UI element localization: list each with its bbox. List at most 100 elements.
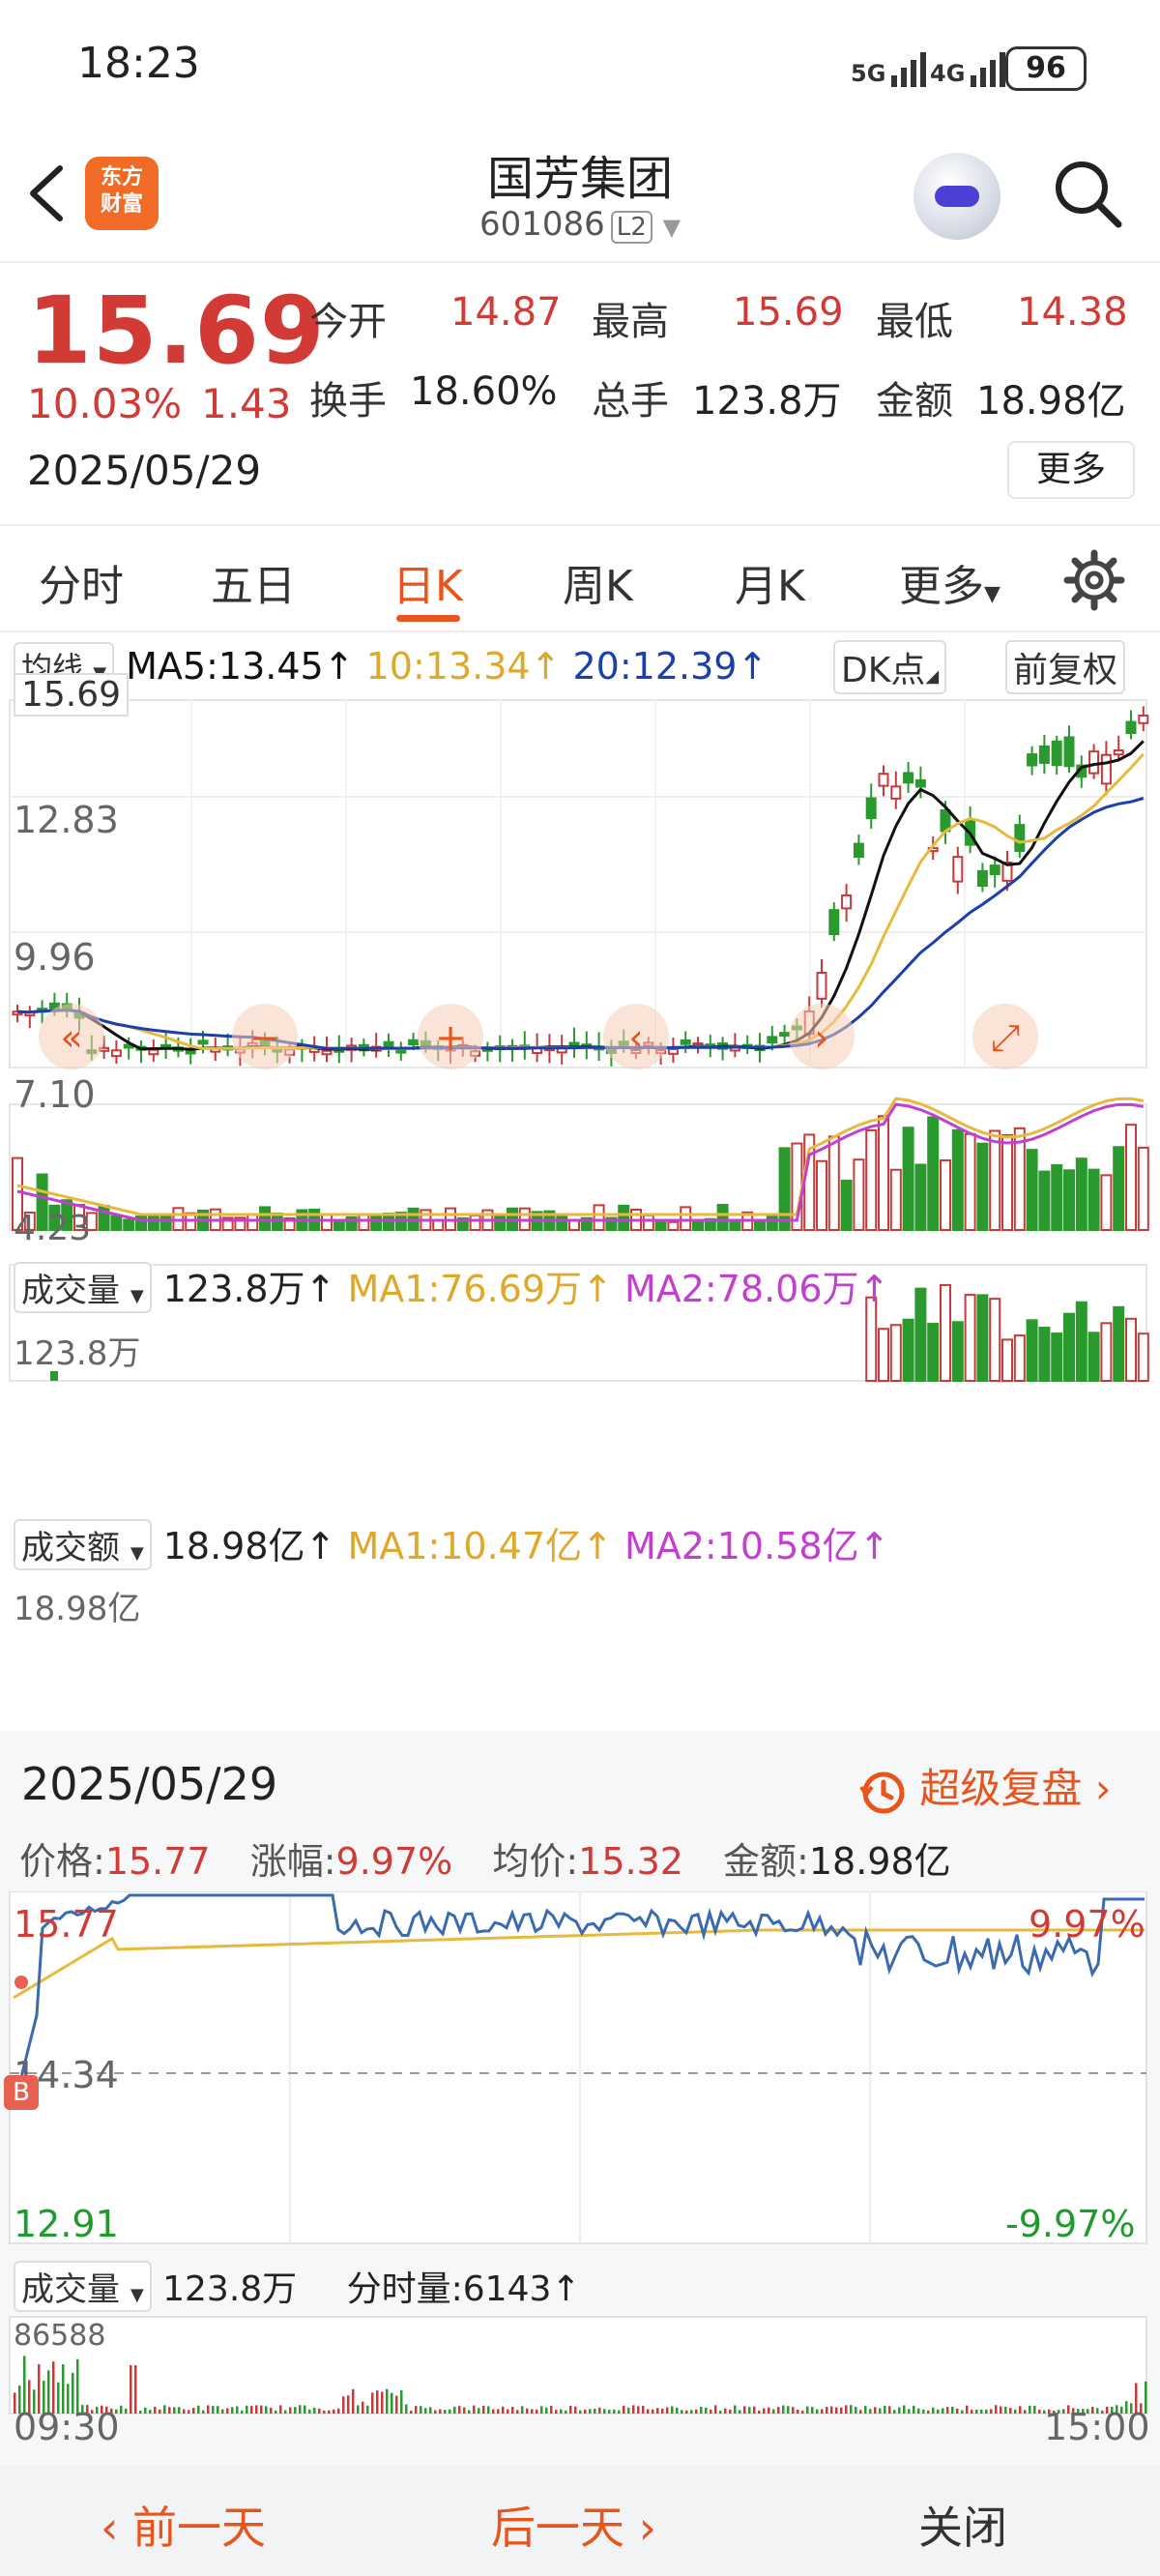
intraday-amount-label: 金额: — [723, 1840, 809, 1883]
intraday-volume-bar — [743, 2406, 746, 2414]
intraday-volume-bar — [951, 2407, 954, 2414]
price-tick: 9.96 — [14, 936, 96, 979]
intraday-volume-dropdown[interactable]: 成交量 ▼ — [14, 2261, 152, 2312]
low-label: 最低 — [876, 300, 953, 344]
ai-assistant-icon[interactable] — [914, 153, 1000, 240]
intraday-volume-bar — [139, 2410, 142, 2414]
zoom-out-icon-glyph: − — [249, 1016, 280, 1059]
candle-up — [952, 856, 964, 883]
tab-weekly-k[interactable]: 周K — [563, 551, 633, 619]
volume-dropdown[interactable]: 成交量 ▼ — [14, 1262, 152, 1313]
volume-bar — [432, 1219, 445, 1231]
tab-monthly-k[interactable]: 月K — [735, 551, 805, 619]
tab-intraday[interactable]: 分时 — [39, 551, 124, 619]
previous-day-label: 前一天 — [132, 2502, 267, 2554]
candle-up — [816, 972, 827, 1000]
tab-more[interactable]: 更多▼ — [899, 551, 1000, 619]
logo-text-top: 东方 — [100, 165, 143, 190]
back-button[interactable] — [19, 155, 77, 232]
more-quote-button[interactable]: 更多 — [1007, 441, 1135, 499]
buy-point-dot — [14, 1976, 28, 1989]
candle-down — [1063, 736, 1075, 768]
intraday-chart[interactable] — [0, 1891, 1160, 2433]
volume-bar — [680, 1206, 692, 1232]
intraday-volume-bar — [589, 2409, 592, 2414]
candle-up — [1113, 749, 1124, 756]
tab-daily-k[interactable]: 日K — [392, 551, 463, 619]
next-day-button[interactable]: 后一天 › — [491, 2493, 656, 2557]
intraday-volume-bar — [661, 2409, 664, 2414]
candle-up — [1138, 715, 1149, 724]
candle-down — [767, 1036, 778, 1043]
amount-bar — [1137, 1332, 1149, 1383]
signal-4g-label: 4G — [930, 60, 966, 87]
zoom-in-icon-glyph: + — [435, 1016, 466, 1059]
chevron-right-icon: › — [1094, 1765, 1112, 1812]
intraday-date: 2025/05/29 — [21, 1758, 278, 1810]
intraday-volume-bar — [772, 2409, 775, 2414]
scroll-right-icon-glyph: › — [814, 1016, 828, 1059]
intraday-volume-bar — [913, 2405, 915, 2414]
intraday-volume-bar — [202, 2410, 205, 2414]
intraday-volume-bar — [275, 2410, 277, 2414]
volume-bar — [840, 1179, 853, 1231]
volume-bar — [951, 1128, 964, 1231]
amount-dropdown[interactable]: 成交额 ▼ — [14, 1519, 152, 1570]
intraday-volume-bar — [183, 2409, 186, 2414]
intraday-volume-bar — [748, 2407, 751, 2414]
total-volume-label: 总手 — [592, 379, 669, 424]
volume-bar — [110, 1215, 123, 1231]
intraday-volume-bar — [985, 2409, 988, 2414]
intraday-volume-value: 123.8万 — [162, 2269, 298, 2309]
chart-controls[interactable]: « − + ‹ › ⤢ — [39, 1004, 1038, 1069]
previous-day-button[interactable]: ‹ 前一天 — [101, 2493, 266, 2557]
volume-bar — [827, 1135, 840, 1231]
amount-bar — [1001, 1338, 1013, 1383]
volume-value: 123.8万↑ — [162, 1268, 336, 1310]
intraday-volume-bar — [120, 2405, 123, 2414]
candlesticks — [12, 706, 1149, 1067]
intraday-top-pct: 9.97% — [1029, 1903, 1146, 1946]
intraday-frame — [9, 1891, 1147, 2244]
battery-icon: 96 — [1005, 46, 1087, 91]
gear-icon — [1063, 549, 1125, 611]
volume-bar — [383, 1213, 394, 1231]
caret-down-icon: ▼ — [130, 1286, 144, 1306]
amount-bar — [989, 1298, 1001, 1382]
amount-bar — [1113, 1305, 1125, 1383]
intraday-volume-bar — [893, 2410, 896, 2414]
settings-button[interactable] — [1063, 549, 1125, 611]
intraday-volume-bar — [473, 2405, 476, 2414]
super-replay-link[interactable]: 超级复盘 › — [858, 1756, 1112, 1816]
logo-text-bottom: 财富 — [100, 192, 143, 217]
intraday-volume-bar — [531, 2409, 534, 2414]
eastmoney-logo[interactable]: 东方 财富 — [85, 157, 159, 230]
close-button[interactable]: 关闭 — [918, 2493, 1007, 2557]
intraday-volume-bar — [1009, 2408, 1012, 2414]
amount-bar — [914, 1287, 927, 1383]
intraday-volume-bar — [888, 2406, 891, 2414]
open-value: 14.87 — [450, 290, 562, 335]
amount-bar — [1013, 1334, 1026, 1382]
intraday-volume-bar — [221, 2409, 224, 2414]
intraday-volume-bar — [898, 2407, 901, 2414]
volume-bar — [1088, 1168, 1100, 1231]
intraday-volume-bar — [366, 2405, 369, 2414]
volume-bar — [889, 1168, 902, 1232]
tab-five-day[interactable]: 五日 — [211, 551, 296, 619]
buy-marker-badge[interactable]: B — [4, 2075, 39, 2110]
caret-down-icon: ▼ — [984, 582, 1000, 606]
intraday-volume-bar — [990, 2409, 993, 2414]
intraday-volume-bar — [188, 2410, 190, 2414]
volume-bar — [123, 1218, 135, 1231]
stock-code-row[interactable]: 601086 L2 ▼ — [387, 205, 773, 244]
intraday-volume-bar — [656, 2408, 659, 2414]
intraday-volume-bar — [478, 2408, 480, 2414]
intraday-volume-bar — [134, 2365, 137, 2414]
last-price: 15.69 — [27, 277, 326, 385]
intraday-volume-bar — [705, 2407, 708, 2414]
intraday-volume-bar — [444, 2410, 447, 2414]
volume-bar — [1125, 1124, 1137, 1232]
search-button[interactable] — [1049, 155, 1126, 232]
intraday-volume-bar — [250, 2406, 253, 2414]
